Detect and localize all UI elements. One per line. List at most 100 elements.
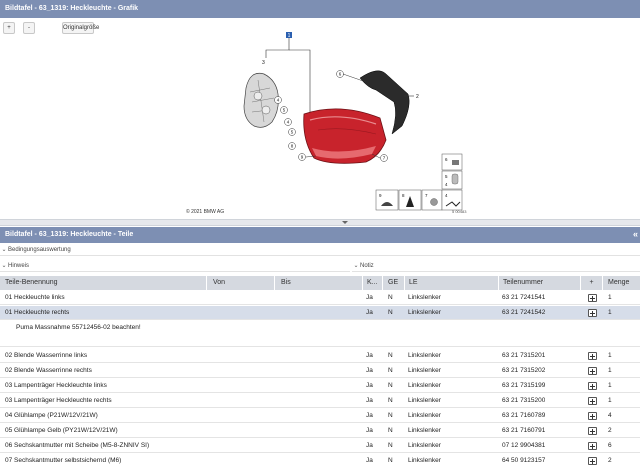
part-le: Linkslenker [408,442,441,449]
part-qty: 2 [608,457,612,464]
part-qty: 1 [608,352,612,359]
part-qty: 1 [608,397,612,404]
note-section[interactable]: ⌄Notiz [352,261,640,272]
part-ge: N [388,442,393,449]
table-row[interactable]: 07 Sechskantmutter selbstsichernd (M6) J… [0,454,640,468]
part-k: Ja [366,397,373,404]
part-qty: 1 [608,367,612,374]
part-number: 63 21 7160789 [502,412,546,419]
col-le-header[interactable]: LE [404,276,418,290]
col-part-number-header[interactable]: Teilenummer [498,276,543,290]
add-to-cart-icon[interactable] [588,412,597,420]
part-name: 06 Sechskantmutter mit Scheibe (M5-8-ZNN… [5,442,150,449]
col-qty-header[interactable]: Menge [602,276,629,290]
zoom-in-button[interactable]: + [3,22,15,34]
parts-panel-title-text: Bildtafel - 63_1319: Heckleuchte - Teile [5,231,134,238]
part-ge: N [388,397,393,404]
hint-section[interactable]: ⌄Hinweis [0,261,350,272]
col-from-header[interactable]: Von [206,276,225,290]
part-k: Ja [366,309,373,316]
part-le: Linkslenker [408,352,441,359]
part-k: Ja [366,457,373,464]
col-k-header[interactable]: K... [362,276,378,290]
part-number: 63 21 7315202 [502,367,546,374]
part-qty: 4 [608,412,612,419]
add-to-cart-icon[interactable] [588,382,597,390]
add-to-cart-icon[interactable] [588,397,597,405]
table-row[interactable]: 04 Glühlampe (P21W/12V/21W) Ja N Linksle… [0,409,640,423]
part-le: Linkslenker [408,427,441,434]
part-qty: 1 [608,382,612,389]
zoom-out-button[interactable]: - [23,22,35,34]
condition-evaluation-label: Bedingungsauswertung [8,247,71,253]
splitter-arrow-icon[interactable] [342,221,348,224]
panel-splitter[interactable] [0,219,640,226]
part-k: Ja [366,382,373,389]
fastener-insets: 6 54 9 8 7 4 [375,153,463,211]
part-k: Ja [366,352,373,359]
add-to-cart-icon[interactable] [588,352,597,360]
part-le: Linkslenker [408,382,441,389]
lamp-holder-part [243,72,279,128]
part-name: 03 Lampenträger Heckleuchte links [5,382,107,389]
callout-2-label: 2 [416,94,419,100]
part-le: Linkslenker [408,457,441,464]
copyright-text: © 2021 BMW AG [186,209,225,215]
parts-panel-title: Bildtafel - 63_1319: Heckleuchte - Teile… [0,227,640,243]
chevron-down-icon: ⌄ [1,263,7,269]
part-number: 63 21 7315201 [502,352,546,359]
callout-3-label: 3 [262,60,265,66]
part-name: 02 Blende Wasserrinne links [5,352,88,359]
part-k: Ja [366,367,373,374]
part-le: Linkslenker [408,309,441,316]
part-qty: 2 [608,427,612,434]
add-to-cart-icon[interactable] [588,309,597,317]
table-row[interactable]: 05 Glühlampe Gelb (PY21W/12V/21W) Ja N L… [0,424,640,438]
add-to-cart-icon[interactable] [588,457,597,465]
part-k: Ja [366,427,373,434]
part-number: 64 50 9123157 [502,457,546,464]
part-k: Ja [366,442,373,449]
col-name-header[interactable]: Teile-Benennung [5,276,58,290]
part-name: 01 Heckleuchte links [5,294,65,301]
add-to-cart-icon[interactable] [588,442,597,450]
table-row[interactable]: 03 Lampenträger Heckleuchte rechts Ja N … [0,394,640,408]
collapse-panel-icon[interactable]: « [633,227,638,242]
part-number: 63 21 7241541 [502,294,546,301]
add-to-cart-icon[interactable] [588,367,597,375]
part-ge: N [388,382,393,389]
parts-diagram[interactable]: 1 3 2 4 5 4 5 8 6 9 7 6 54 9 8 7 4 [180,30,480,220]
part-qty: 1 [608,294,612,301]
original-size-button[interactable]: Originalgröße [62,22,99,34]
part-le: Linkslenker [408,397,441,404]
table-row[interactable]: 02 Blende Wasserrinne rechts Ja N Linksl… [0,364,640,378]
part-number: 63 21 7160791 [502,427,546,434]
table-row-selected[interactable]: 01 Heckleuchte rechts Ja N Linkslenker 6… [0,306,640,320]
col-to-header[interactable]: Bis [274,276,291,290]
table-row[interactable]: 01 Heckleuchte links Ja N Linkslenker 63… [0,291,640,305]
add-to-cart-icon[interactable] [588,294,597,302]
condition-evaluation-section[interactable]: ⌄Bedingungsauswertung [0,245,640,256]
part-ge: N [388,309,393,316]
part-number: 63 21 7315200 [502,397,546,404]
part-name: 05 Glühlampe Gelb (PY21W/12V/21W) [5,427,118,434]
image-code: 5 00483 [452,209,467,214]
part-name: 04 Glühlampe (P21W/12V/21W) [5,412,98,419]
part-k: Ja [366,294,373,301]
row-spacer [0,337,640,347]
part-ge: N [388,427,393,434]
part-qty: 1 [608,309,612,316]
part-number: 63 21 7241542 [502,309,546,316]
part-qty: 6 [608,442,612,449]
col-ge-header[interactable]: GE [382,276,398,290]
part-name: 02 Blende Wasserrinne rechts [5,367,92,374]
part-le: Linkslenker [408,294,441,301]
part-ge: N [388,412,393,419]
add-to-cart-icon[interactable] [588,427,597,435]
table-row[interactable]: 03 Lampenträger Heckleuchte links Ja N L… [0,379,640,393]
part-number: 07 12 9904381 [502,442,546,449]
part-name: 01 Heckleuchte rechts [5,309,70,316]
table-row[interactable]: 06 Sechskantmutter mit Scheibe (M5-8-ZNN… [0,439,640,453]
table-row[interactable]: 02 Blende Wasserrinne links Ja N Linksle… [0,349,640,363]
col-add-header: + [580,276,602,290]
